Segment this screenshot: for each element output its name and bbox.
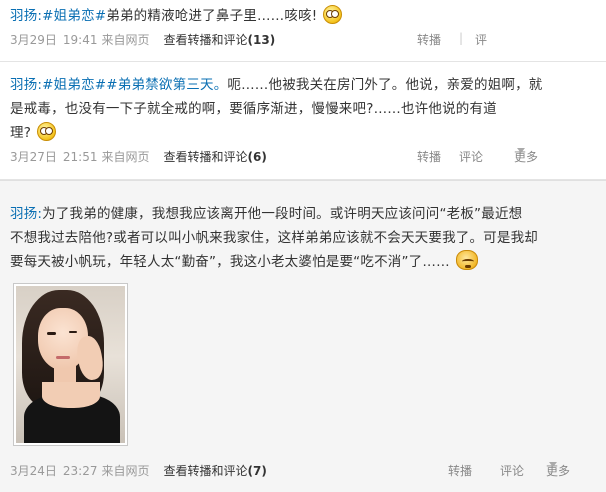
post-time: 19:41 — [62, 33, 98, 47]
post-text-line: 是戒毒，也没有一下子就全戒的啊，要循序渐进，慢慢来吧?……也许他说的有道 — [10, 101, 497, 117]
comment-button[interactable]: 评 — [475, 31, 487, 48]
post-meta: 3月29日 19:41 来自网页 查看转播和评论(13) 转播 | 评 — [10, 31, 606, 51]
surprised-emoji-icon — [323, 5, 343, 24]
post-source: 来自网页 — [101, 33, 150, 47]
post-date: 3月24日 — [10, 464, 57, 478]
comment-button[interactable]: 评论 — [459, 148, 483, 165]
view-reposts-comments-link[interactable]: 查看转播和评论(6) — [164, 150, 267, 164]
chevron-down-icon — [549, 462, 557, 467]
repost-button[interactable]: 转播 — [417, 148, 441, 165]
post-content: 羽扬:#姐弟恋##弟弟禁欲第三天。呃……他被我关在房门外了。他说，亲爱的姐啊，就… — [10, 73, 580, 145]
view-label: 查看转播和评论 — [163, 150, 248, 164]
view-count: (7) — [247, 464, 267, 478]
sweat-emoji-icon — [455, 250, 478, 270]
repost-button[interactable]: 转播 — [448, 462, 472, 479]
post-content: 羽扬:#姐弟恋#弟弟的精液呛进了鼻子里……咳咳! — [10, 4, 600, 28]
post-time: 23:27 — [62, 464, 98, 478]
view-reposts-comments-link[interactable]: 查看转播和评论(7) — [164, 464, 267, 478]
chevron-down-icon — [517, 148, 525, 153]
view-count: (6) — [247, 150, 267, 164]
post-text-line: 呃……他被我关在房门外了。他说，亲爱的姐啊，就 — [227, 77, 543, 93]
post-text-line: 为了我弟的健康，我想我应该离开他一段时间。或许明天应该问问“老板”最近想 — [42, 206, 523, 222]
post-content: 羽扬:为了我弟的健康，我想我应该离开他一段时间。或许明天应该问问“老板”最近想 … — [10, 202, 592, 274]
photo-image — [16, 286, 125, 443]
post-meta: 3月27日 21:51 来自网页 查看转播和评论(6) 转播 评论 更多 — [10, 148, 606, 168]
view-reposts-comments-link[interactable]: 查看转播和评论(13) — [164, 33, 276, 47]
post-item: 羽扬:为了我弟的健康，我想我应该离开他一段时间。或许明天应该问问“老板”最近想 … — [0, 180, 606, 492]
post-date: 3月27日 — [10, 150, 57, 164]
post-time: 21:51 — [62, 150, 98, 164]
topic-link[interactable]: #姐弟恋# — [42, 8, 106, 24]
post-text-line: 理? — [10, 125, 32, 141]
view-label: 查看转播和评论 — [163, 33, 248, 47]
weibo-feed: 羽扬:#姐弟恋#弟弟的精液呛进了鼻子里……咳咳! 3月29日 19:41 来自网页查… — [0, 0, 606, 492]
post-text-line: 不想我过去陪他?或者可以叫小帆来我家住，这样弟弟应该就不会天天要我了。可是我却 — [10, 230, 538, 246]
crying-emoji-icon — [37, 122, 57, 141]
topic-link[interactable]: #姐弟恋# — [42, 77, 106, 93]
repost-button[interactable]: 转播 — [417, 31, 441, 48]
post-photo[interactable] — [13, 283, 128, 446]
post-text-line: 要每天被小帆玩，年轻人太“勤奋”，我这小老太婆怕是要“吃不消”了…… — [10, 254, 450, 270]
view-count: (13) — [247, 33, 276, 47]
view-label: 查看转播和评论 — [163, 464, 248, 478]
post-author-link[interactable]: 羽扬: — [10, 206, 42, 222]
post-text: 弟弟的精液呛进了鼻子里……咳咳! — [106, 8, 318, 24]
post-author-link[interactable]: 羽扬: — [10, 8, 42, 24]
action-separator: | — [459, 31, 464, 45]
post-source: 来自网页 — [101, 150, 150, 164]
post-date: 3月29日 — [10, 33, 57, 47]
post-source: 来自网页 — [101, 464, 150, 478]
post-item: 羽扬:#姐弟恋#弟弟的精液呛进了鼻子里……咳咳! 3月29日 19:41 来自网页查… — [0, 0, 606, 62]
post-meta: 3月24日 23:27 来自网页 查看转播和评论(7) 转播 评论 更多 — [10, 462, 606, 482]
post-author-link[interactable]: 羽扬: — [10, 77, 42, 93]
comment-button[interactable]: 评论 — [500, 462, 524, 479]
post-item: 羽扬:#姐弟恋##弟弟禁欲第三天。呃……他被我关在房门外了。他说，亲爱的姐啊，就… — [0, 62, 606, 180]
topic-link[interactable]: #弟弟禁欲第三天。 — [106, 77, 227, 93]
